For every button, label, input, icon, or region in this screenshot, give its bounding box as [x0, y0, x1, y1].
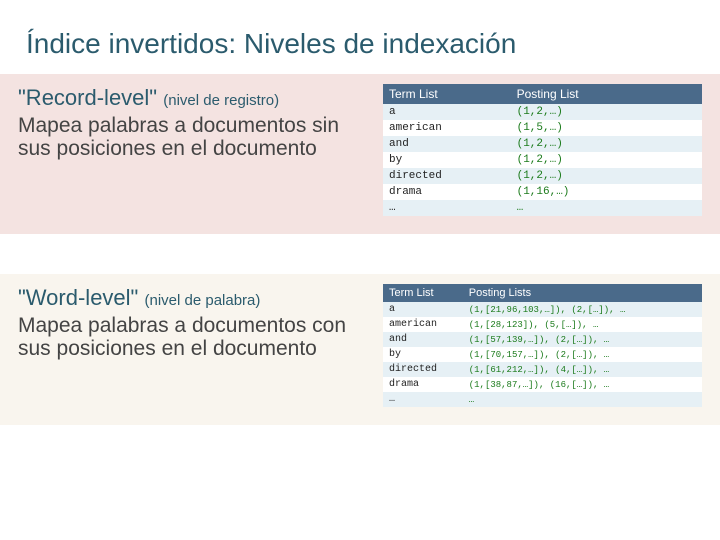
post-cell: (1,[61,212,…]), (4,[…]), …: [463, 362, 702, 377]
table-row: by(1,2,…): [383, 152, 702, 168]
post-cell: …: [463, 392, 702, 407]
term-cell: directed: [383, 168, 511, 184]
word-heading-main: "Word-level": [18, 285, 138, 310]
record-th-post: Posting List: [511, 84, 702, 104]
term-cell: and: [383, 136, 511, 152]
slide-title: Índice invertidos: Niveles de indexación: [0, 0, 720, 74]
record-left: "Record-level" (nivel de registro) Mapea…: [18, 84, 383, 161]
table-row: drama(1,[38,87,…]), (16,[…]), …: [383, 377, 702, 392]
record-table: Term List Posting List a(1,2,…) american…: [383, 84, 702, 216]
term-cell: drama: [383, 377, 463, 392]
term-cell: …: [383, 200, 511, 216]
table-row: a(1,[21,96,103,…]), (2,[…]), …: [383, 302, 702, 317]
record-th-term: Term List: [383, 84, 511, 104]
table-row: directed(1,2,…): [383, 168, 702, 184]
table-header-row: Term List Posting Lists: [383, 284, 702, 302]
word-right: Term List Posting Lists a(1,[21,96,103,……: [383, 284, 702, 407]
term-cell: by: [383, 152, 511, 168]
word-heading: "Word-level" (nivel de palabra): [18, 284, 375, 312]
table-header-row: Term List Posting List: [383, 84, 702, 104]
post-cell: (1,2,…): [511, 168, 702, 184]
record-right: Term List Posting List a(1,2,…) american…: [383, 84, 702, 216]
table-row: ……: [383, 200, 702, 216]
post-cell: (1,5,…): [511, 120, 702, 136]
term-cell: a: [383, 104, 511, 120]
post-cell: (1,2,…): [511, 104, 702, 120]
post-cell: (1,[57,139,…]), (2,[…]), …: [463, 332, 702, 347]
term-cell: a: [383, 302, 463, 317]
term-cell: and: [383, 332, 463, 347]
post-cell: (1,[70,157,…]), (2,[…]), …: [463, 347, 702, 362]
word-th-post: Posting Lists: [463, 284, 702, 302]
post-cell: (1,[38,87,…]), (16,[…]), …: [463, 377, 702, 392]
term-cell: by: [383, 347, 463, 362]
word-left: "Word-level" (nivel de palabra) Mapea pa…: [18, 284, 383, 361]
table-row: and(1,2,…): [383, 136, 702, 152]
table-row: by(1,[70,157,…]), (2,[…]), …: [383, 347, 702, 362]
term-cell: …: [383, 392, 463, 407]
post-cell: (1,2,…): [511, 136, 702, 152]
post-cell: …: [511, 200, 702, 216]
table-row: and(1,[57,139,…]), (2,[…]), …: [383, 332, 702, 347]
term-cell: drama: [383, 184, 511, 200]
record-heading-main: "Record-level": [18, 85, 157, 110]
word-table: Term List Posting Lists a(1,[21,96,103,……: [383, 284, 702, 407]
table-row: american(1,[28,123]), (5,[…]), …: [383, 317, 702, 332]
post-cell: (1,2,…): [511, 152, 702, 168]
table-row: ……: [383, 392, 702, 407]
table-row: drama(1,16,…): [383, 184, 702, 200]
word-level-section: "Word-level" (nivel de palabra) Mapea pa…: [0, 274, 720, 425]
post-cell: (1,[21,96,103,…]), (2,[…]), …: [463, 302, 702, 317]
table-row: a(1,2,…): [383, 104, 702, 120]
word-desc: Mapea palabras a documentos con sus posi…: [18, 314, 375, 361]
record-heading-sub: (nivel de registro): [163, 92, 279, 109]
word-th-term: Term List: [383, 284, 463, 302]
term-cell: directed: [383, 362, 463, 377]
word-heading-sub: (nivel de palabra): [144, 292, 260, 309]
table-row: american(1,5,…): [383, 120, 702, 136]
table-row: directed(1,[61,212,…]), (4,[…]), …: [383, 362, 702, 377]
record-level-section: "Record-level" (nivel de registro) Mapea…: [0, 74, 720, 234]
post-cell: (1,[28,123]), (5,[…]), …: [463, 317, 702, 332]
term-cell: american: [383, 120, 511, 136]
post-cell: (1,16,…): [511, 184, 702, 200]
term-cell: american: [383, 317, 463, 332]
record-desc: Mapea palabras a documentos sin sus posi…: [18, 114, 375, 161]
record-heading: "Record-level" (nivel de registro): [18, 84, 375, 112]
